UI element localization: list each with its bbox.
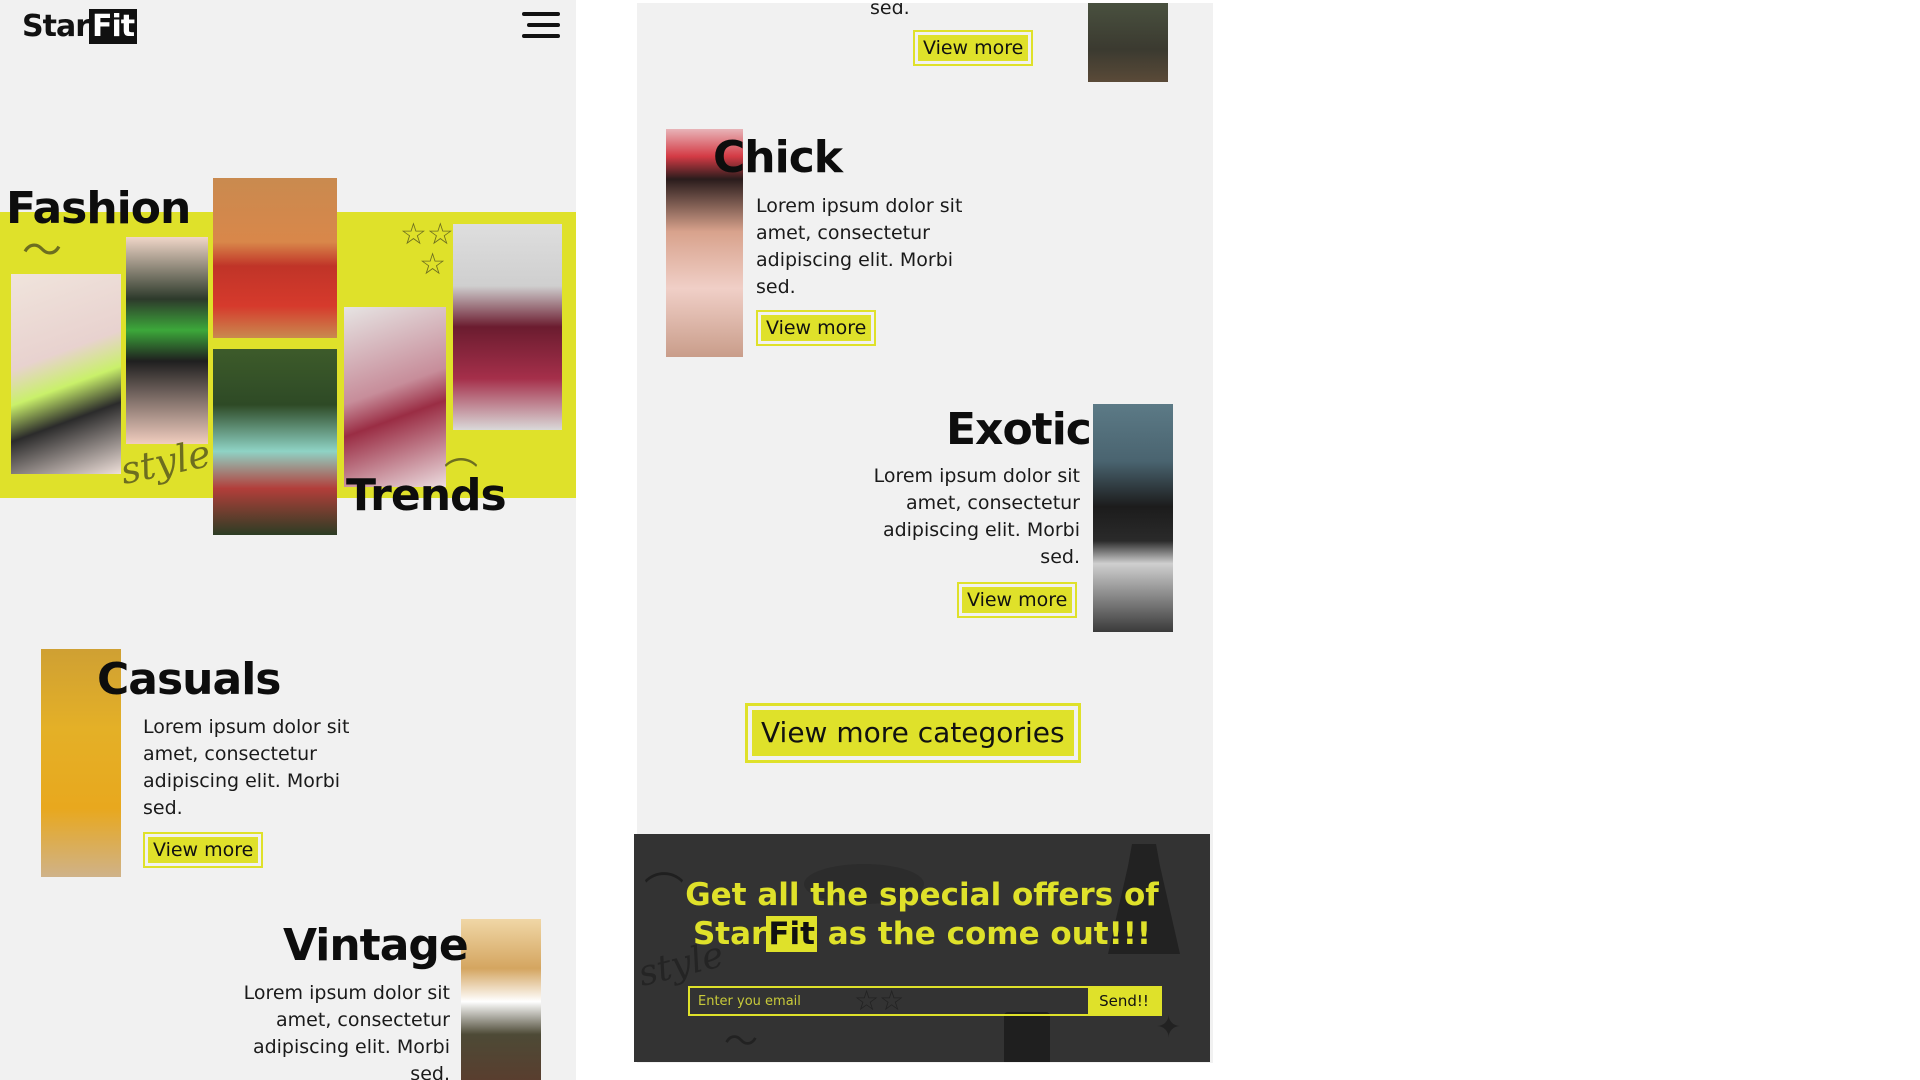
- view-more-chick-button[interactable]: View more: [756, 310, 877, 346]
- bag-icon: [1004, 1012, 1050, 1062]
- category-title-casuals: Casuals: [97, 654, 281, 705]
- partial-desc: sed.: [870, 3, 910, 19]
- newsletter-brand-part2: Fit: [766, 916, 817, 952]
- view-more-label: View more: [962, 587, 1073, 613]
- photo-exotic: [1093, 404, 1173, 632]
- newsletter-brand-part1: Star: [692, 916, 767, 952]
- newsletter-title-line2: as the come out!!!: [816, 916, 1152, 952]
- view-more-label: View more: [148, 837, 259, 863]
- category-title-exotic: Exotic: [946, 404, 1092, 455]
- photo-green-jacket: [126, 237, 208, 444]
- photo-partial-top: [1088, 3, 1168, 82]
- photo-chair-sneakers: [11, 274, 121, 474]
- view-more-label: View more: [761, 315, 872, 341]
- category-title-chick: Chick: [713, 132, 843, 183]
- hamburger-menu-icon[interactable]: [522, 12, 560, 40]
- brand-name-part1: Star: [22, 9, 90, 44]
- category-title-vintage: Vintage: [283, 920, 469, 971]
- view-more-categories-button[interactable]: View more categories: [745, 703, 1081, 763]
- stars-icon: ☆☆ ☆: [400, 217, 454, 282]
- newsletter-title-line1: Get all the special offers of: [685, 877, 1159, 913]
- brand-logo[interactable]: Star Fit: [22, 9, 138, 44]
- hero-title-fashion: Fashion: [6, 183, 191, 234]
- photo-gown: [453, 224, 562, 430]
- photo-vintage: [461, 919, 541, 1080]
- view-more-partial-button[interactable]: View more: [913, 30, 1034, 66]
- newsletter-form: Send!!: [688, 986, 1162, 1016]
- send-button[interactable]: Send!!: [1088, 988, 1160, 1014]
- photo-mint-dress: [213, 349, 337, 535]
- brand-name-part2: Fit: [89, 9, 138, 44]
- photo-red-dress: [213, 178, 337, 338]
- category-desc-exotic: Lorem ipsum dolor sit amet, consectetur …: [873, 465, 1080, 568]
- page-panel-left: Star Fit 〜 ☆☆ ☆ style ⌒ Fashion Trends Ca…: [0, 0, 576, 1080]
- email-input[interactable]: [690, 988, 1088, 1014]
- view-more-label: View more: [918, 35, 1029, 61]
- category-desc-chick: Lorem ipsum dolor sit amet, consectetur …: [756, 195, 963, 298]
- view-more-categories-label: View more categories: [752, 710, 1074, 756]
- photo-fabric: [344, 307, 446, 487]
- category-desc-vintage: Lorem ipsum dolor sit amet, consectetur …: [243, 982, 450, 1080]
- newsletter-section: ⌒ style ☆☆ ✦ 〜 Get all the special offer…: [634, 834, 1210, 1062]
- newsletter-title: Get all the special offers of StarFit as…: [634, 876, 1210, 954]
- mustache-icon: 〜: [724, 1022, 758, 1062]
- view-more-exotic-button[interactable]: View more: [957, 582, 1078, 618]
- hero-title-trends: Trends: [346, 470, 507, 521]
- view-more-casuals-button[interactable]: View more: [143, 832, 264, 868]
- category-desc-casuals: Lorem ipsum dolor sit amet, consectetur …: [143, 716, 350, 819]
